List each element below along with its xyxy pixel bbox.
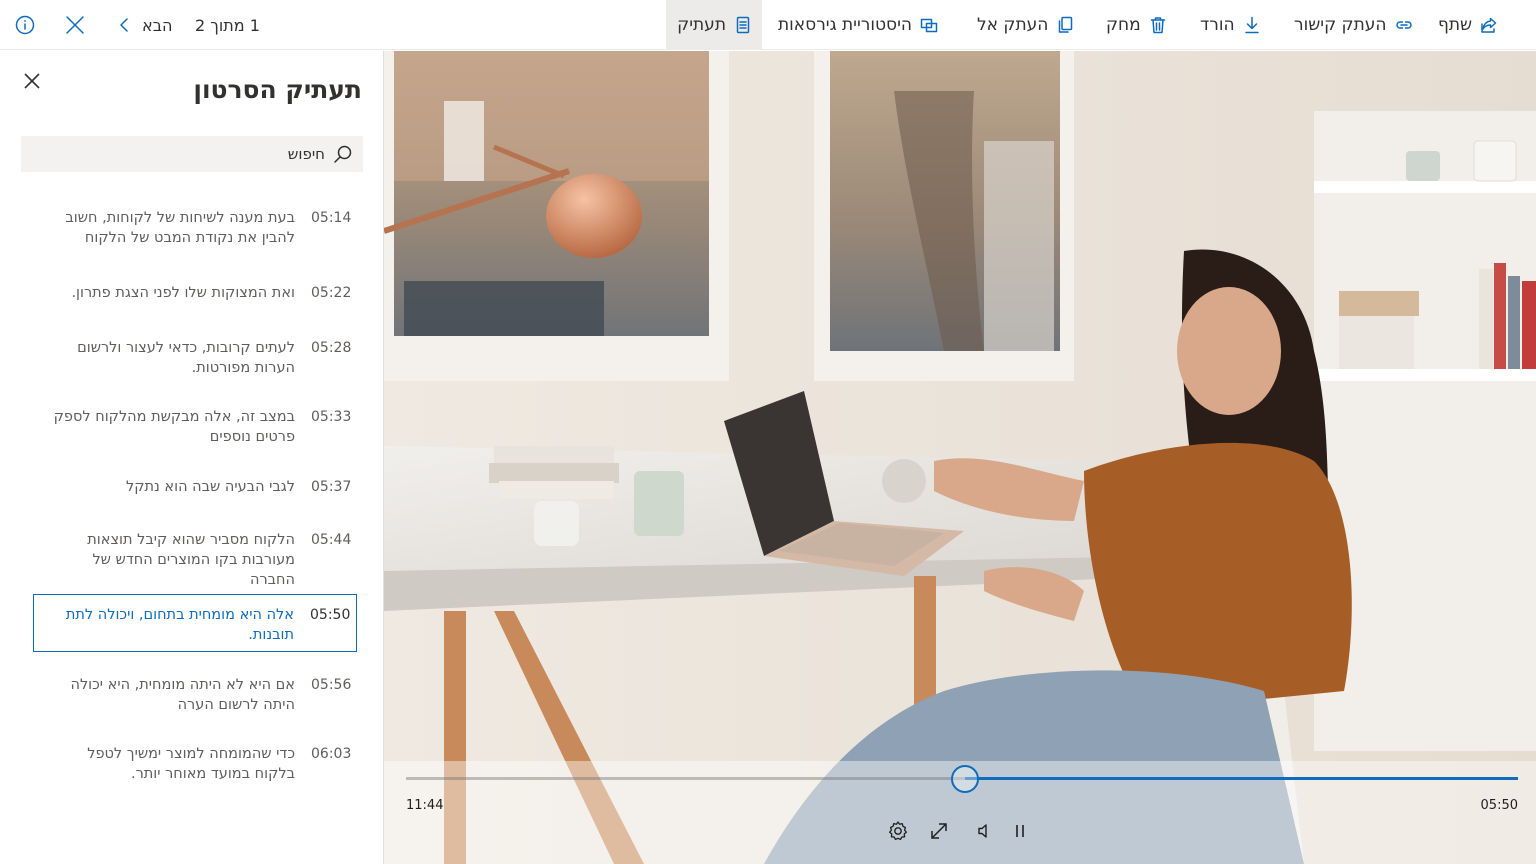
volume-icon xyxy=(978,824,987,838)
transcript-entry[interactable]: 05:22 ואת המצוקות שלו לפני הצגת פתרון. xyxy=(33,273,357,303)
entry-text: הלקוח מסביר שהוא קיבל תוצאות מעורבות בקו… xyxy=(87,532,295,588)
share-icon xyxy=(1481,17,1497,33)
close-viewer-button[interactable] xyxy=(64,0,86,50)
share-label: שתף xyxy=(1438,15,1473,35)
delete-button[interactable]: מחק xyxy=(1106,0,1167,50)
file-pager: 1 מתוך 2 xyxy=(195,15,260,35)
time-remaining: 11:44 xyxy=(406,798,444,813)
transcript-panel: תעתיק הסרטון 05:14 בעת מענה לשיחות של לק… xyxy=(0,51,384,864)
entry-timestamp: 05:56 xyxy=(311,677,352,693)
next-file-button[interactable]: הבא xyxy=(116,0,172,50)
pause-icon xyxy=(1016,825,1024,837)
trash-icon xyxy=(1150,17,1165,34)
player-controls: 11:44 05:50 xyxy=(384,761,1536,864)
video-frame xyxy=(384,51,1536,864)
copy-icon xyxy=(1059,16,1073,33)
next-label: הבא xyxy=(142,15,173,35)
entry-timestamp: 05:50 xyxy=(310,607,351,623)
transcript-entry-selected[interactable]: 05:50 אלה היא מומחית בתחום, ויכולה לתת ת… xyxy=(33,594,357,652)
entry-text: במצב זה, אלה מבקשת מהלקוח לספק פרטים נוס… xyxy=(53,409,295,445)
close-icon xyxy=(66,16,84,34)
download-icon xyxy=(1244,16,1259,34)
version-history-button[interactable]: היסטוריית גירסאות xyxy=(778,0,938,50)
volume-button[interactable] xyxy=(973,819,997,843)
copy-to-button[interactable]: העתק אל xyxy=(977,0,1074,50)
progress-fill xyxy=(965,777,1518,780)
transcript-label: תעתיק xyxy=(677,15,726,35)
info-icon xyxy=(15,15,35,35)
version-history-icon xyxy=(920,18,938,33)
transcript-entry[interactable]: 05:56 אם היא לא היתה מומחית, היא יכולה ה… xyxy=(33,665,357,715)
transcript-entry[interactable]: 06:03 כדי שהמומחה למוצר ימשיך לטפל בלקוח… xyxy=(33,734,357,784)
transcript-entry[interactable]: 05:14 בעת מענה לשיחות של לקוחות, חשוב לה… xyxy=(33,198,357,248)
transcript-button[interactable]: תעתיק xyxy=(666,0,762,50)
search-icon xyxy=(334,145,352,163)
entry-timestamp: 05:44 xyxy=(311,532,352,548)
delete-label: מחק xyxy=(1106,15,1141,35)
transcript-entry[interactable]: 05:44 הלקוח מסביר שהוא קיבל תוצאות מעורב… xyxy=(33,520,357,590)
entry-text: בעת מענה לשיחות של לקוחות, חשוב להבין את… xyxy=(65,210,295,246)
settings-icon xyxy=(889,821,907,841)
video-player[interactable]: 11:44 05:50 xyxy=(384,51,1536,864)
transcript-entry[interactable]: 05:33 במצב זה, אלה מבקשת מהלקוח לספק פרט… xyxy=(33,397,357,447)
pause-button[interactable] xyxy=(1008,819,1032,843)
link-icon xyxy=(1395,21,1412,29)
entry-text: כדי שהמומחה למוצר ימשיך לטפל בלקוח במועד… xyxy=(87,746,295,782)
download-button[interactable]: הורד xyxy=(1200,0,1261,50)
fullscreen-button[interactable] xyxy=(927,819,951,843)
progress-thumb[interactable] xyxy=(951,765,980,793)
entry-text: לעתים קרובות, כדאי לעצור ולרשום הערות מפ… xyxy=(77,340,295,376)
download-label: הורד xyxy=(1200,15,1235,35)
entry-text: לגבי הבעיה שבה הוא נתקל xyxy=(125,479,295,495)
chevron-left-icon xyxy=(120,18,128,32)
entry-timestamp: 05:33 xyxy=(311,409,352,425)
entry-text: ואת המצוקות שלו לפני הצגת פתרון. xyxy=(71,285,295,301)
entry-timestamp: 06:03 xyxy=(311,746,352,762)
panel-title: תעתיק הסרטון xyxy=(193,75,362,104)
entry-text: אם היא לא היתה מומחית, היא יכולה היתה לר… xyxy=(70,677,295,713)
fullscreen-icon xyxy=(931,823,947,839)
transcript-search[interactable] xyxy=(21,136,363,172)
version-history-label: היסטוריית גירסאות xyxy=(778,15,912,35)
command-bar: הבא 1 מתוך 2 תעתיק היסטוריית גירסאות העת… xyxy=(0,0,1536,50)
info-button[interactable] xyxy=(14,0,36,50)
copy-link-button[interactable]: העתק קישור xyxy=(1294,0,1413,50)
time-elapsed: 05:50 xyxy=(1480,798,1518,813)
copy-link-label: העתק קישור xyxy=(1294,15,1387,35)
transcript-icon xyxy=(736,16,750,34)
entry-timestamp: 05:37 xyxy=(311,479,352,495)
entry-timestamp: 05:22 xyxy=(311,285,352,301)
close-panel-icon[interactable] xyxy=(22,71,42,91)
entry-text: אלה היא מומחית בתחום, ויכולה לתת תובנות. xyxy=(65,607,294,643)
share-button[interactable]: שתף xyxy=(1438,0,1498,50)
settings-button[interactable] xyxy=(886,819,910,843)
entry-timestamp: 05:14 xyxy=(311,210,352,226)
transcript-entry[interactable]: 05:28 לעתים קרובות, כדאי לעצור ולרשום הע… xyxy=(33,328,357,378)
search-input[interactable] xyxy=(45,145,325,163)
copy-to-label: העתק אל xyxy=(977,15,1049,35)
entry-timestamp: 05:28 xyxy=(311,340,352,356)
transcript-entry[interactable]: 05:37 לגבי הבעיה שבה הוא נתקל xyxy=(33,467,357,497)
